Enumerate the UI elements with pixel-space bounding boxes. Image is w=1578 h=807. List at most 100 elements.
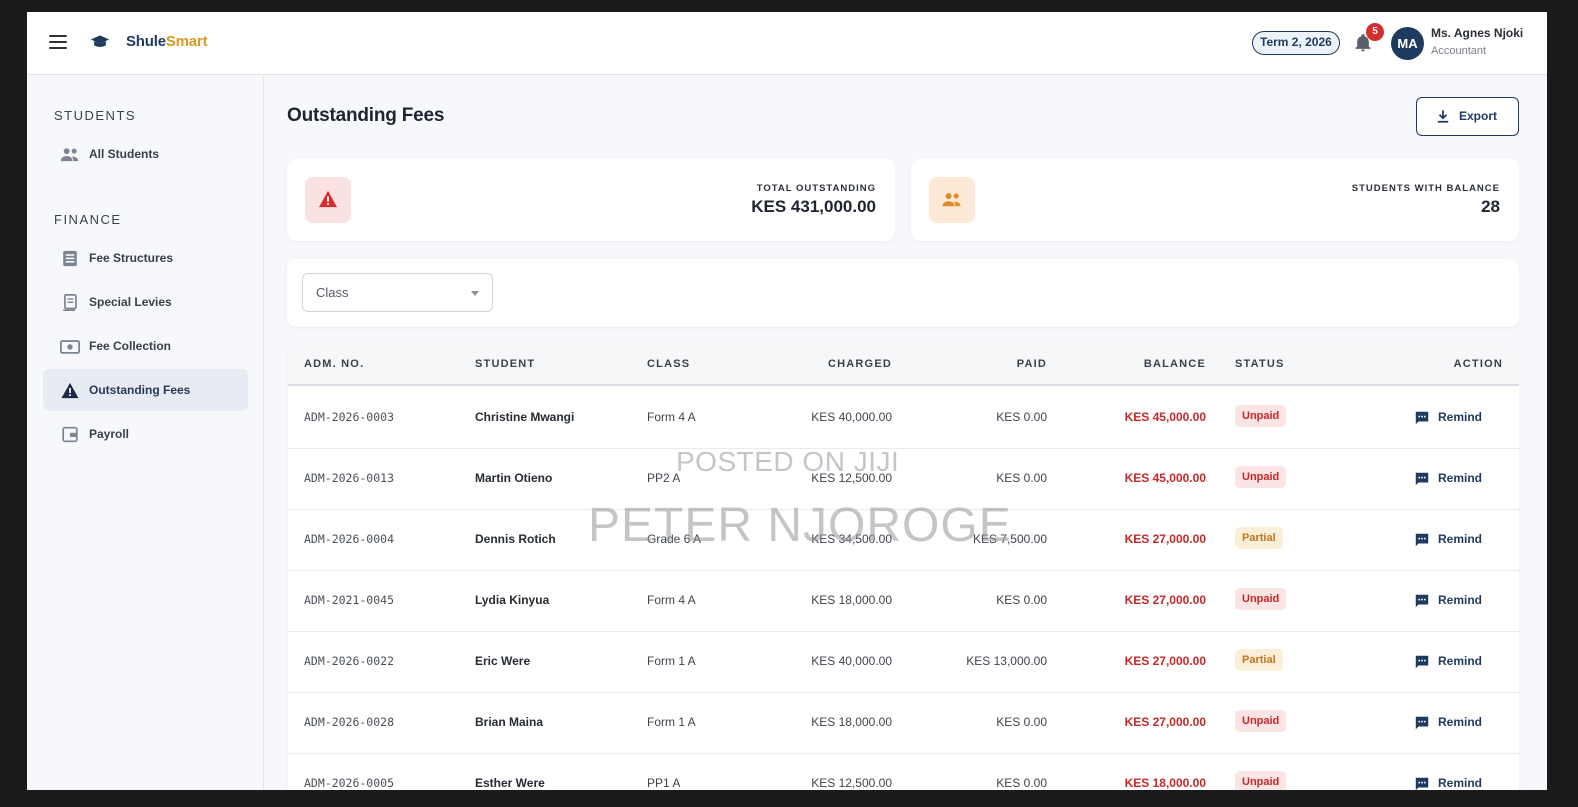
class-filter-select[interactable]: Class bbox=[302, 273, 493, 312]
sidebar-section-finance: FINANCE bbox=[54, 212, 122, 227]
stat-icon-box bbox=[305, 177, 351, 223]
sidebar: STUDENTS All Students FINANCE Fee Struct… bbox=[27, 75, 264, 790]
cell-student: Brian Maina bbox=[475, 715, 544, 729]
cell-paid: KES 7,500.00 bbox=[972, 532, 1047, 546]
chevron-down-icon bbox=[471, 291, 479, 296]
brand-logo[interactable]: ShuleSmart bbox=[126, 33, 208, 50]
cell-paid: KES 0.00 bbox=[996, 410, 1047, 424]
cell-class: Form 1 A bbox=[647, 715, 696, 729]
sidebar-item-label: Outstanding Fees bbox=[89, 383, 191, 397]
sidebar-item-label: Fee Structures bbox=[89, 251, 174, 265]
cell-adm-no: ADM-2026-0013 bbox=[304, 471, 395, 485]
remind-button-label: Remind bbox=[1438, 715, 1483, 729]
cell-balance: KES 18,000.00 bbox=[1124, 776, 1206, 790]
remind-button-label: Remind bbox=[1438, 593, 1483, 607]
warning-icon bbox=[61, 382, 79, 399]
sidebar-item-payroll[interactable]: Payroll bbox=[43, 413, 248, 455]
cell-student: Christine Mwangi bbox=[475, 410, 575, 424]
stat-icon-box bbox=[929, 177, 975, 223]
user-role: Accountant bbox=[1431, 45, 1487, 57]
notification-badge: 5 bbox=[1366, 23, 1384, 41]
status-badge: Partial bbox=[1235, 527, 1283, 549]
cell-student: Dennis Rotich bbox=[475, 532, 556, 546]
app-window: ShuleSmart Term 2, 2026 5 MA Ms. Agnes N… bbox=[27, 12, 1547, 790]
avatar[interactable]: MA bbox=[1391, 27, 1424, 60]
cell-balance: KES 27,000.00 bbox=[1124, 593, 1206, 607]
cell-class: PP2 A bbox=[647, 471, 681, 485]
column-header-adm[interactable]: ADM. NO. bbox=[304, 358, 364, 370]
stat-card-total-outstanding: TOTAL OUTSTANDING KES 431,000.00 bbox=[287, 158, 895, 241]
status-badge: Unpaid bbox=[1235, 466, 1287, 488]
cell-charged: KES 12,500.00 bbox=[811, 776, 892, 790]
cell-paid: KES 0.00 bbox=[996, 715, 1047, 729]
column-header-charged[interactable]: CHARGED bbox=[828, 358, 892, 370]
cell-class: PP1 A bbox=[647, 776, 681, 790]
users-icon bbox=[60, 148, 79, 162]
stat-value: 28 bbox=[1481, 197, 1500, 216]
table-row: ADM-2026-0003 Christine Mwangi Form 4 A KES… bbox=[288, 388, 1519, 449]
wallet-icon bbox=[62, 426, 78, 443]
message-icon bbox=[1415, 411, 1429, 425]
sidebar-item-special-levies[interactable]: Special Levies bbox=[43, 281, 248, 323]
download-icon bbox=[1437, 110, 1449, 123]
cell-adm-no: ADM-2026-0005 bbox=[304, 776, 395, 790]
cell-charged: KES 40,000.00 bbox=[811, 410, 892, 424]
cell-paid: KES 0.00 bbox=[996, 776, 1047, 790]
column-header-paid[interactable]: PAID bbox=[1017, 358, 1047, 370]
list-icon bbox=[63, 250, 77, 267]
cell-paid: KES 0.00 bbox=[996, 593, 1047, 607]
message-icon bbox=[1415, 472, 1429, 486]
stat-label: TOTAL OUTSTANDING bbox=[756, 183, 876, 194]
table-row: ADM-2021-0045 Lydia Kinyua Form 4 A KES 18,… bbox=[288, 571, 1519, 632]
table-row: ADM-2026-0005 Esther Were PP1 A KES 12,500.… bbox=[288, 754, 1519, 790]
top-bar: ShuleSmart Term 2, 2026 5 MA Ms. Agnes N… bbox=[27, 12, 1547, 75]
message-icon bbox=[1415, 655, 1429, 669]
table-row: ADM-2026-0022 Eric Were Form 1 A KES 40,000… bbox=[288, 632, 1519, 693]
sidebar-item-label: All Students bbox=[89, 147, 160, 161]
cell-balance: KES 27,000.00 bbox=[1124, 532, 1206, 546]
cell-student: Martin Otieno bbox=[475, 471, 553, 485]
remind-button-label: Remind bbox=[1438, 532, 1483, 546]
export-button[interactable]: Export bbox=[1416, 97, 1519, 136]
cell-charged: KES 12,500.00 bbox=[811, 471, 892, 485]
cell-adm-no: ADM-2026-0004 bbox=[304, 532, 395, 546]
cell-adm-no: ADM-2026-0028 bbox=[304, 715, 395, 729]
cell-charged: KES 18,000.00 bbox=[811, 593, 892, 607]
cell-balance: KES 45,000.00 bbox=[1124, 471, 1206, 485]
status-badge: Partial bbox=[1235, 649, 1283, 671]
table-header: ADM. NO. STUDENT CLASS CHARGED PAID BALA… bbox=[288, 344, 1519, 386]
remind-button-label: Remind bbox=[1438, 410, 1483, 424]
receipt-icon bbox=[63, 294, 77, 311]
sidebar-item-label: Payroll bbox=[89, 427, 130, 441]
outstanding-fees-table: ADM. NO. STUDENT CLASS CHARGED PAID BALA… bbox=[288, 344, 1519, 790]
cell-class: Grade 6 A bbox=[647, 532, 702, 546]
status-badge: Unpaid bbox=[1235, 405, 1287, 427]
sidebar-item-fee-structures[interactable]: Fee Structures bbox=[43, 237, 248, 279]
export-button-label: Export bbox=[1459, 109, 1498, 123]
user-name: Ms. Agnes Njoki bbox=[1431, 26, 1524, 40]
sidebar-item-outstanding-fees[interactable]: Outstanding Fees bbox=[43, 369, 248, 411]
column-header-balance[interactable]: BALANCE bbox=[1144, 358, 1206, 370]
cell-charged: KES 40,000.00 bbox=[811, 654, 892, 668]
column-header-status[interactable]: STATUS bbox=[1235, 358, 1285, 370]
cell-balance: KES 45,000.00 bbox=[1124, 410, 1206, 424]
message-icon bbox=[1415, 777, 1429, 790]
cash-icon bbox=[60, 340, 80, 354]
column-header-class[interactable]: CLASS bbox=[647, 358, 690, 370]
term-selector[interactable]: Term 2, 2026 bbox=[1252, 31, 1340, 55]
page-title: Outstanding Fees bbox=[287, 105, 445, 126]
stat-label: STUDENTS WITH BALANCE bbox=[1351, 183, 1500, 194]
menu-icon[interactable] bbox=[49, 35, 67, 49]
sidebar-item-all-students[interactable]: All Students bbox=[43, 133, 248, 175]
graduation-cap-icon bbox=[90, 35, 110, 47]
remind-button-label: Remind bbox=[1438, 654, 1483, 668]
stat-card-students-with-balance: STUDENTS WITH BALANCE 28 bbox=[911, 158, 1519, 241]
cell-class: Form 4 A bbox=[647, 410, 696, 424]
message-icon bbox=[1415, 594, 1429, 608]
remind-button-label: Remind bbox=[1438, 471, 1483, 485]
sidebar-item-fee-collection[interactable]: Fee Collection bbox=[43, 325, 248, 367]
column-header-student[interactable]: STUDENT bbox=[475, 358, 535, 370]
warning-icon bbox=[319, 190, 337, 208]
cell-charged: KES 34,500.00 bbox=[811, 532, 892, 546]
status-badge: Unpaid bbox=[1235, 710, 1287, 732]
